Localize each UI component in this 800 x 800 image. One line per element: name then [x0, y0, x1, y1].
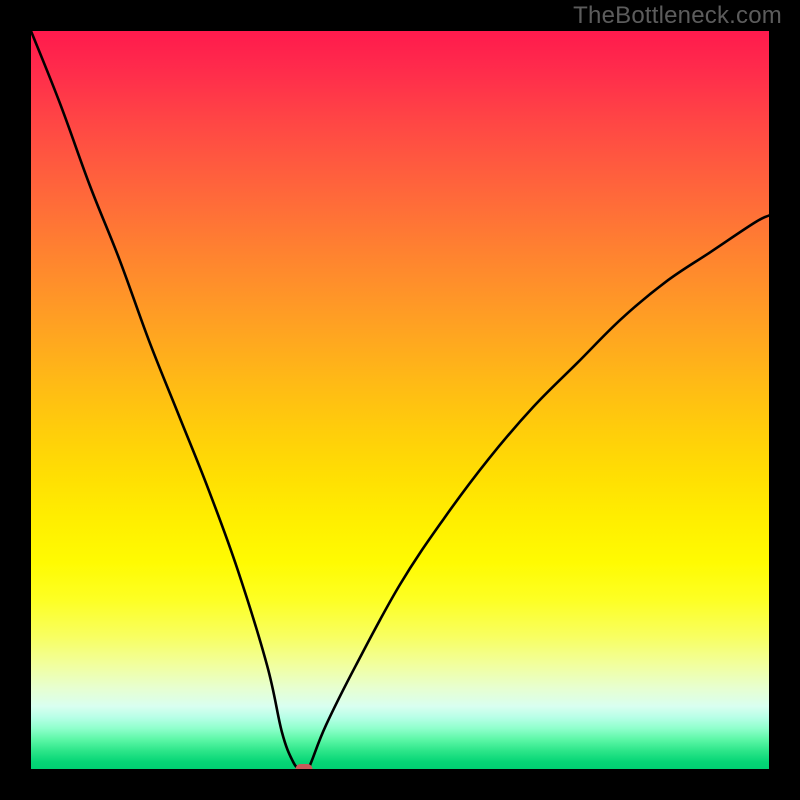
chart-canvas: TheBottleneck.com [0, 0, 800, 800]
plot-area [31, 31, 769, 769]
curve-path [31, 31, 769, 769]
watermark-text: TheBottleneck.com [573, 2, 782, 30]
line-curve [31, 31, 769, 769]
optimal-point-marker [296, 764, 313, 769]
